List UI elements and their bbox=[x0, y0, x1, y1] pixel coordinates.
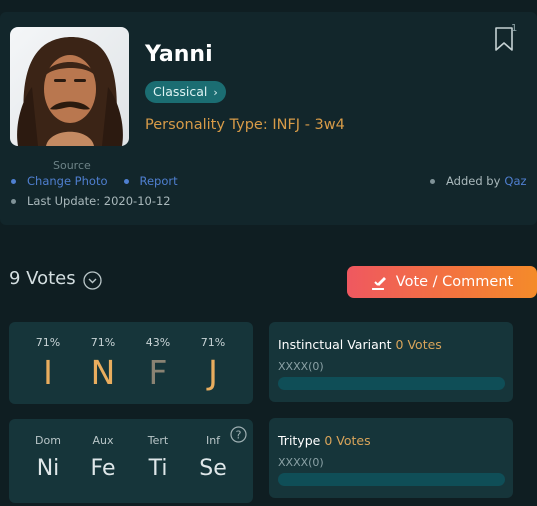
bullet bbox=[11, 198, 16, 204]
bullet bbox=[430, 178, 435, 184]
instinctual-variant-placeholder: XXXX(0) bbox=[278, 360, 324, 373]
instinctual-variant-bar bbox=[278, 377, 505, 390]
personality-type: Personality Type: INFJ - 3w4 bbox=[145, 117, 345, 133]
profile-name: Yanni bbox=[145, 42, 213, 67]
function-value-tert: Ti bbox=[148, 456, 168, 481]
category-tag[interactable]: Classical › bbox=[145, 81, 226, 103]
mbti-letter-j: J bbox=[208, 353, 218, 392]
change-photo-link[interactable]: Change Photo bbox=[27, 174, 108, 188]
function-label-dom: Dom bbox=[35, 434, 61, 447]
added-by-user[interactable]: Qaz bbox=[504, 174, 526, 188]
last-update: Last Update: 2020-10-12 bbox=[27, 194, 171, 208]
instinctual-variant-title: Instinctual Variant 0 Votes bbox=[278, 337, 442, 352]
mbti-letter-f: F bbox=[148, 353, 168, 392]
chevron-down-icon[interactable] bbox=[83, 271, 102, 290]
vote-comment-button[interactable]: Vote / Comment bbox=[347, 266, 537, 298]
function-value-inf: Se bbox=[199, 456, 227, 481]
mbti-percent-j: 71% bbox=[200, 336, 226, 349]
svg-text:?: ? bbox=[236, 429, 242, 442]
report-link[interactable]: Report bbox=[140, 174, 178, 188]
profile-photo[interactable] bbox=[10, 27, 129, 146]
instinctual-variant-label: Instinctual Variant bbox=[278, 337, 392, 352]
mbti-percent-f: 43% bbox=[145, 336, 171, 349]
tritype-bar bbox=[278, 473, 505, 486]
bookmark-count: 1 bbox=[511, 23, 518, 34]
function-label-tert: Tert bbox=[147, 434, 169, 447]
added-by-row: Added by Qaz bbox=[430, 174, 527, 188]
category-tag-label: Classical bbox=[153, 84, 208, 99]
tritype-label: Tritype bbox=[278, 433, 321, 448]
last-update-row: Last Update: 2020-10-12 bbox=[11, 194, 171, 208]
instinctual-variant-count: 0 Votes bbox=[395, 337, 442, 352]
tritype-count: 0 Votes bbox=[324, 433, 371, 448]
mbti-letter-i: I bbox=[43, 353, 53, 392]
bullet bbox=[11, 178, 16, 184]
photo-source-label[interactable]: Source bbox=[53, 159, 91, 172]
gavel-icon bbox=[371, 276, 386, 290]
function-value-aux: Fe bbox=[90, 456, 116, 481]
chevron-right-icon: › bbox=[213, 86, 218, 99]
votes-count: 9 Votes bbox=[9, 268, 76, 289]
mbti-letter-n: N bbox=[90, 353, 116, 392]
bullet bbox=[123, 178, 129, 184]
top-edge bbox=[0, 0, 537, 12]
photo-actions: Change Photo Report bbox=[11, 174, 178, 188]
mbti-percent-n: 71% bbox=[90, 336, 116, 349]
mbti-percent-i: 71% bbox=[35, 336, 61, 349]
function-value-dom: Ni bbox=[36, 456, 60, 481]
function-label-aux: Aux bbox=[92, 434, 114, 447]
vote-comment-label: Vote / Comment bbox=[395, 274, 514, 290]
added-by-label: Added by bbox=[446, 174, 501, 188]
tritype-placeholder: XXXX(0) bbox=[278, 456, 324, 469]
tritype-title: Tritype 0 Votes bbox=[278, 433, 371, 448]
function-label-inf: Inf bbox=[205, 434, 221, 447]
